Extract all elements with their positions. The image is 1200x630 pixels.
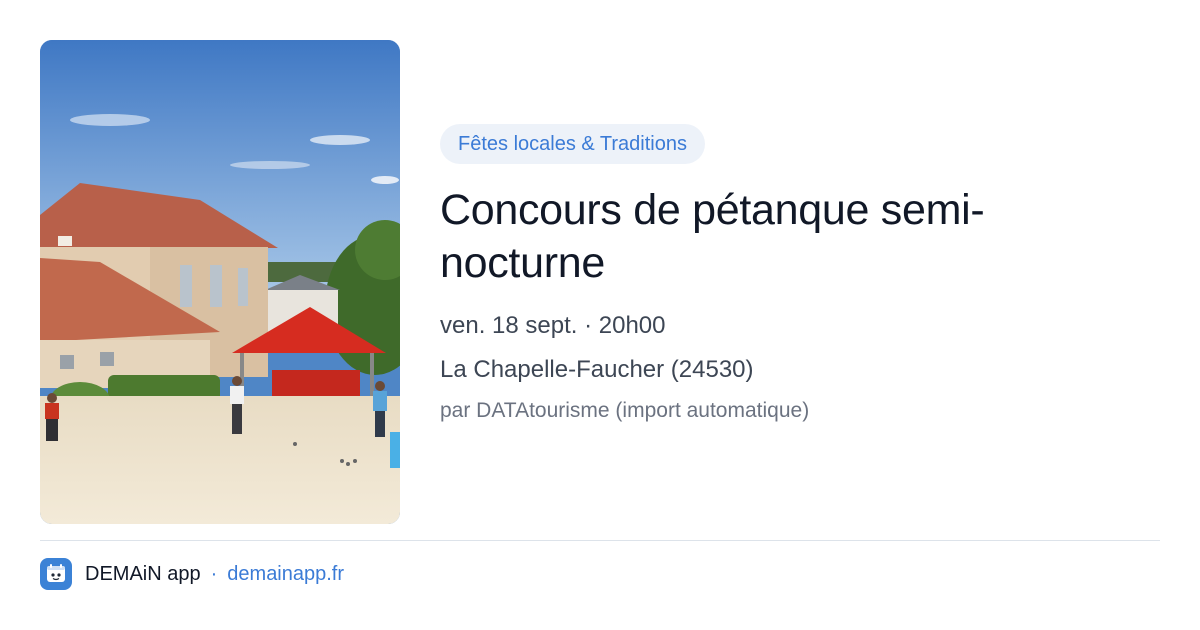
footer-divider <box>40 540 1160 541</box>
event-source: par DATAtourisme (import automatique) <box>440 399 810 422</box>
event-date-time: ven. 18 sept. · 20h00 <box>440 312 666 339</box>
event-title: Concours de pétanque semi-nocturne <box>440 186 985 287</box>
app-name: DEMAiN app <box>85 562 201 585</box>
footer-separator: · <box>210 562 218 585</box>
event-card[interactable]: Fêtes locales & Traditions Concours de p… <box>0 0 1200 630</box>
event-location: La Chapelle-Faucher (24530) <box>440 356 754 383</box>
event-photo <box>40 40 400 524</box>
category-badge[interactable]: Fêtes locales & Traditions <box>440 124 705 164</box>
footer: DEMAiN app · demainapp.fr <box>40 558 344 590</box>
app-website-link[interactable]: demainapp.fr <box>227 563 344 586</box>
event-info: Fêtes locales & Traditions Concours de p… <box>440 124 1160 424</box>
app-logo-icon[interactable] <box>40 558 72 590</box>
